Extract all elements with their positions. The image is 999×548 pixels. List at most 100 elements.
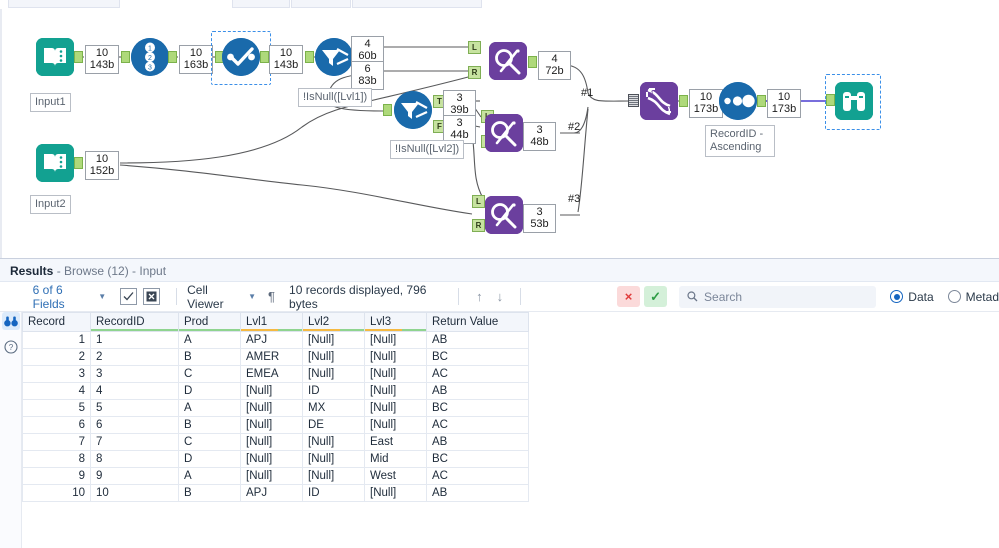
cell-lvl3[interactable]: East (364, 433, 427, 451)
output-port-input1[interactable] (74, 51, 83, 63)
workflow-canvas[interactable]: Input1 10 143b 1 2 3 10 163b 10 143b 4 6… (0, 9, 999, 258)
cell-prod[interactable]: B (178, 416, 241, 434)
cell-lvl2[interactable]: [Null] (302, 433, 365, 451)
cell-recordid[interactable]: 6 (90, 416, 179, 434)
tool-filter-1[interactable] (315, 38, 353, 76)
cell-recordid[interactable]: 3 (90, 365, 179, 383)
cell-lvl1[interactable]: APJ (240, 484, 303, 502)
port-right-find1[interactable]: R (468, 66, 481, 79)
cell-prod[interactable]: C (178, 433, 241, 451)
radio-metadata[interactable]: Metad (947, 290, 999, 304)
cell-return-value[interactable]: AB (426, 484, 529, 502)
column-header-lvl1[interactable]: Lvl1 (240, 312, 303, 332)
port-left-find1[interactable]: L (468, 41, 481, 54)
prev-record-button[interactable]: ↑ (476, 289, 483, 304)
cell-prod[interactable]: A (178, 467, 241, 485)
tool-filter-2[interactable] (394, 91, 432, 129)
cell-return-value[interactable]: AC (426, 365, 529, 383)
cell-lvl1[interactable]: [Null] (240, 467, 303, 485)
cell-recordid[interactable]: 9 (90, 467, 179, 485)
table-row[interactable]: 6 6 B [Null] DE [Null] AC (22, 416, 529, 434)
table-row[interactable]: 7 7 C [Null] [Null] East AB (22, 433, 529, 451)
column-header-recordid[interactable]: RecordID (90, 312, 179, 332)
cell-return-value[interactable]: AC (426, 467, 529, 485)
tool-find-replace-3[interactable] (485, 196, 523, 234)
table-row[interactable]: 5 5 A [Null] MX [Null] BC (22, 399, 529, 417)
cell-lvl2[interactable]: ID (302, 382, 365, 400)
cell-lvl2[interactable]: [Null] (302, 348, 365, 366)
column-header-record[interactable]: Record (22, 312, 91, 332)
cell-lvl2[interactable]: DE (302, 416, 365, 434)
cell-lvl1[interactable]: [Null] (240, 416, 303, 434)
cell-record[interactable]: 1 (22, 331, 91, 349)
input-port-recordid[interactable] (121, 51, 130, 63)
ribbon-tab-1[interactable] (8, 0, 120, 8)
cell-lvl2[interactable]: [Null] (302, 450, 365, 468)
output-port-union[interactable] (679, 95, 688, 107)
accept-button[interactable]: ✓ (644, 286, 668, 307)
search-input[interactable]: Search (679, 285, 877, 308)
ribbon-tab-3[interactable] (291, 0, 351, 8)
tool-input-data-1[interactable] (36, 38, 74, 76)
ribbon-tab-2[interactable] (232, 0, 290, 8)
cell-recordid[interactable]: 10 (90, 484, 179, 502)
output-port-find1[interactable] (528, 56, 537, 68)
cell-return-value[interactable]: AB (426, 382, 529, 400)
column-header-lvl2[interactable]: Lvl2 (302, 312, 365, 332)
radio-data[interactable]: Data (890, 290, 934, 304)
cell-prod[interactable]: D (178, 450, 241, 468)
select-all-fields-button[interactable] (120, 288, 138, 305)
cell-lvl3[interactable]: [Null] (364, 484, 427, 502)
tool-record-id[interactable]: 1 2 3 (131, 38, 169, 76)
cell-lvl3[interactable]: [Null] (364, 348, 427, 366)
input-port-browse[interactable] (826, 94, 835, 106)
cell-return-value[interactable]: AC (426, 416, 529, 434)
cell-recordid[interactable]: 7 (90, 433, 179, 451)
cell-recordid[interactable]: 4 (90, 382, 179, 400)
pilcrow-icon[interactable]: ¶ (268, 282, 275, 312)
cell-return-value[interactable]: AB (426, 331, 529, 349)
cell-lvl1[interactable]: [Null] (240, 450, 303, 468)
cell-lvl3[interactable]: West (364, 467, 427, 485)
cell-lvl1[interactable]: EMEA (240, 365, 303, 383)
deselect-all-fields-button[interactable] (143, 288, 161, 305)
cell-return-value[interactable]: BC (426, 348, 529, 366)
column-header-lvl3[interactable]: Lvl3 (364, 312, 427, 332)
tool-browse[interactable] (835, 82, 873, 120)
cell-lvl3[interactable]: [Null] (364, 382, 427, 400)
table-row[interactable]: 1 1 A APJ [Null] [Null] AB (22, 331, 529, 349)
cell-lvl1[interactable]: [Null] (240, 382, 303, 400)
cell-record[interactable]: 2 (22, 348, 91, 366)
cell-prod[interactable]: A (178, 399, 241, 417)
cell-record[interactable]: 3 (22, 365, 91, 383)
cell-prod[interactable]: D (178, 382, 241, 400)
reject-button[interactable]: × (617, 286, 641, 307)
input-port-union[interactable] (628, 94, 639, 107)
cell-lvl2[interactable]: MX (302, 399, 365, 417)
cell-record[interactable]: 10 (22, 484, 91, 502)
cell-lvl3[interactable]: [Null] (364, 399, 427, 417)
cell-prod[interactable]: B (178, 348, 241, 366)
cell-record[interactable]: 9 (22, 467, 91, 485)
table-row[interactable]: 4 4 D [Null] ID [Null] AB (22, 382, 529, 400)
cell-recordid[interactable]: 1 (90, 331, 179, 349)
cell-return-value[interactable]: BC (426, 399, 529, 417)
cell-lvl3[interactable]: [Null] (364, 331, 427, 349)
tool-data-cleansing[interactable] (222, 38, 260, 76)
output-port-sort[interactable] (757, 95, 766, 107)
cell-lvl2[interactable]: [Null] (302, 365, 365, 383)
cell-record[interactable]: 6 (22, 416, 91, 434)
cell-lvl2[interactable]: ID (302, 484, 365, 502)
column-header-prod[interactable]: Prod (178, 312, 241, 332)
binoculars-icon[interactable] (1, 312, 20, 330)
table-row[interactable]: 10 10 B APJ ID [Null] AB (22, 484, 529, 502)
input-port-filter1[interactable] (305, 51, 314, 63)
cell-return-value[interactable]: AB (426, 433, 529, 451)
column-header-return-value[interactable]: Return Value (426, 312, 529, 332)
port-left-find3[interactable]: L (472, 195, 485, 208)
cell-record[interactable]: 5 (22, 399, 91, 417)
table-row[interactable]: 9 9 A [Null] [Null] West AC (22, 467, 529, 485)
output-port-recordid[interactable] (168, 51, 177, 63)
cell-lvl3[interactable]: Mid (364, 450, 427, 468)
cell-lvl1[interactable]: [Null] (240, 399, 303, 417)
